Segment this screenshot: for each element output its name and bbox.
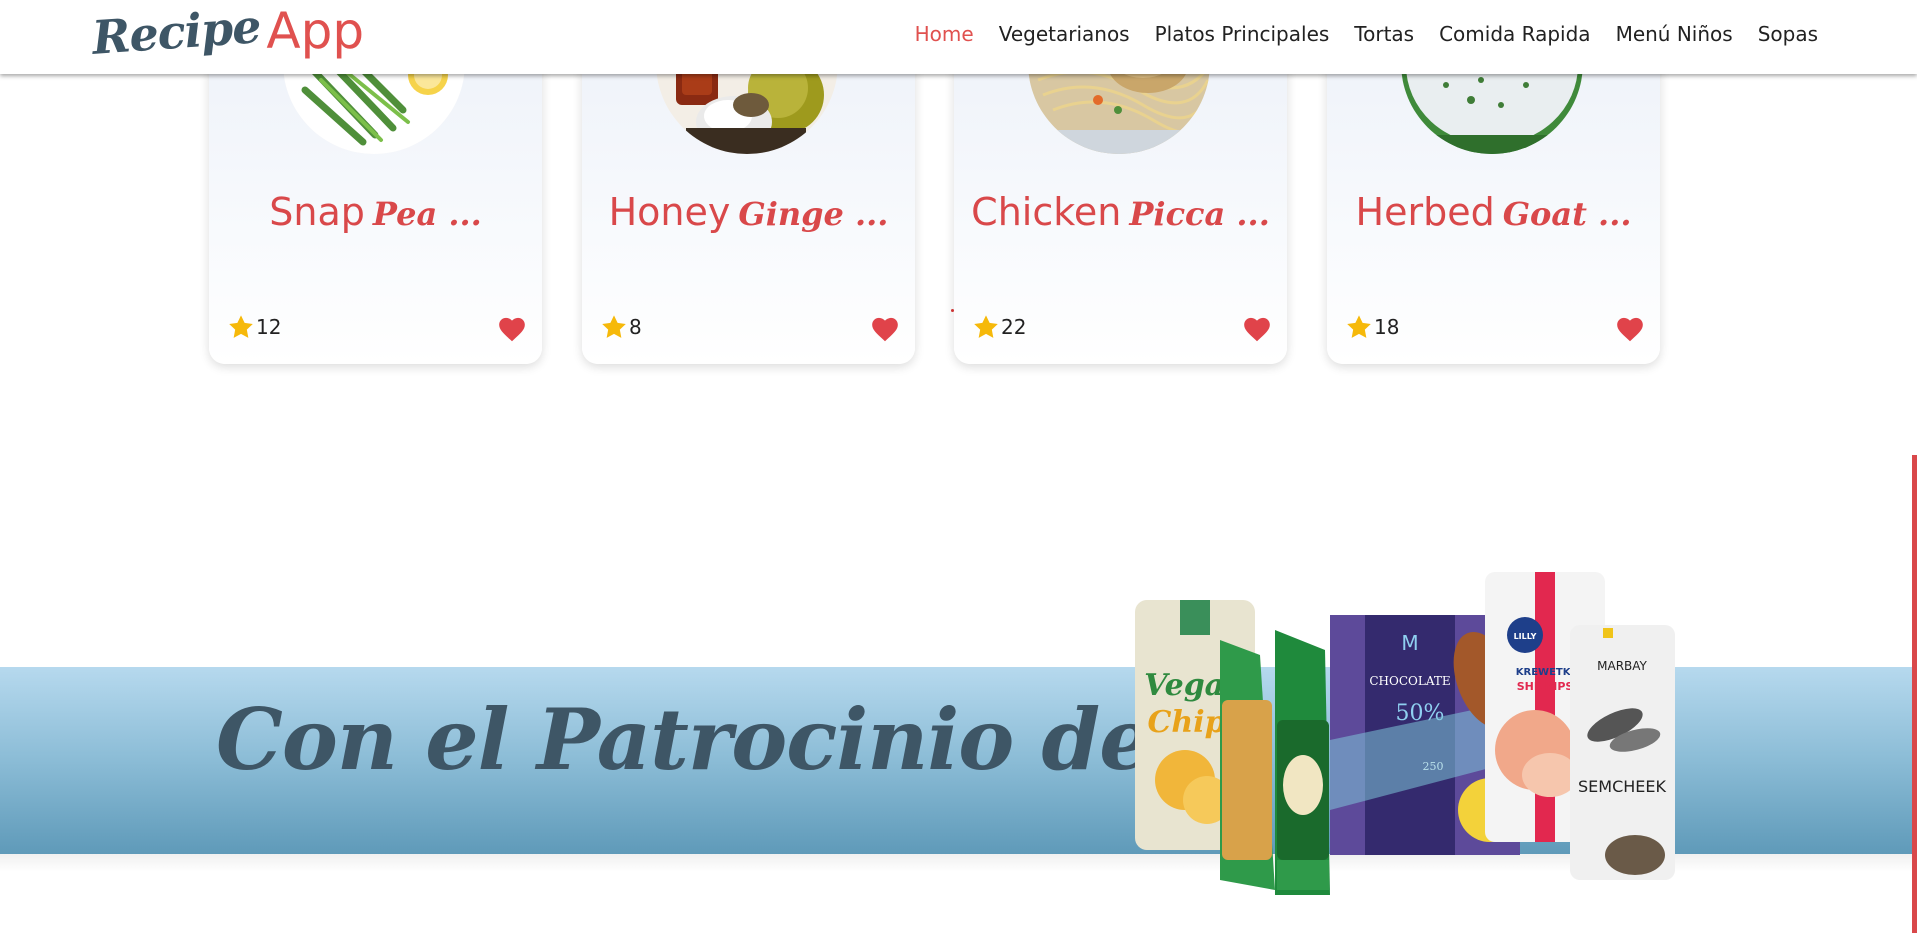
logo-script: Recipe: [90, 0, 263, 65]
recipe-card[interactable]: Herbed Goat ... 18: [1327, 40, 1660, 364]
recipe-card[interactable]: Honey Ginge ... 8: [582, 40, 915, 364]
carousel-dot: [951, 309, 954, 312]
recipe-title[interactable]: Chicken Picca ...: [954, 190, 1287, 234]
shrimp-brand: LILLY: [1514, 632, 1537, 641]
shrimp-label: KREWETKI: [1516, 667, 1574, 678]
shrimp-name: SHRIMPS: [1517, 680, 1574, 693]
chocolate-name: CHOCOLATE: [1369, 674, 1450, 688]
sponsor-products-image: Vegan Chips 100g M CHOCOLATE 50% 250 LIL…: [1125, 560, 1685, 900]
logo[interactable]: RecipeApp: [90, 0, 365, 65]
rating-count: 12: [256, 315, 282, 339]
rating: 8: [600, 313, 642, 341]
recipe-title-script: Goat ...: [1502, 195, 1632, 233]
recipe-title[interactable]: Herbed Goat ...: [1327, 190, 1660, 234]
recipe-card[interactable]: Snap Pea ... 12: [209, 40, 542, 364]
scrollbar-thumb[interactable]: [1912, 455, 1917, 933]
nav-sopas[interactable]: Sopas: [1758, 22, 1818, 46]
seeds-brand: MARBAY: [1597, 659, 1647, 673]
rating: 12: [227, 313, 281, 341]
recipe-title-word: Chicken: [971, 190, 1122, 234]
chocolate-brand: M: [1401, 631, 1418, 655]
rating: 22: [972, 313, 1026, 341]
recipe-title-word: Snap: [269, 190, 365, 234]
heart-icon[interactable]: [498, 316, 526, 342]
rating: 18: [1345, 313, 1399, 341]
nav-vegetarianos[interactable]: Vegetarianos: [999, 22, 1130, 46]
seeds-name: SEMCHEEK: [1578, 777, 1666, 796]
recipe-title-word: Herbed: [1355, 190, 1495, 234]
nav-comida-rapida[interactable]: Comida Rapida: [1439, 22, 1590, 46]
rating-count: 22: [1001, 315, 1027, 339]
recipe-app-page: RecipeApp Home Vegetarianos Platos Princ…: [0, 0, 1917, 933]
recipe-title[interactable]: Honey Ginge ...: [582, 190, 915, 234]
heart-icon[interactable]: [1616, 316, 1644, 342]
star-icon: [974, 315, 998, 338]
recipe-title[interactable]: Snap Pea ...: [209, 190, 542, 234]
nav-platos-principales[interactable]: Platos Principales: [1155, 22, 1330, 46]
recipe-title-script: Ginge ...: [738, 195, 889, 233]
sponsor-title: Con el Patrocinio de: [216, 690, 1153, 789]
heart-icon[interactable]: [871, 316, 899, 342]
heart-icon[interactable]: [1243, 316, 1271, 342]
star-icon: [1347, 315, 1371, 338]
logo-app-text: App: [266, 2, 365, 60]
rating-count: 18: [1374, 315, 1400, 339]
product-packages-icon: Vegan Chips 100g M CHOCOLATE 50% 250 LIL…: [1135, 572, 1675, 895]
top-navbar: RecipeApp Home Vegetarianos Platos Princ…: [0, 0, 1917, 74]
recipe-title-script: Pea ...: [372, 195, 482, 233]
nav-tortas[interactable]: Tortas: [1354, 22, 1414, 46]
recipe-title-word: Honey: [608, 190, 731, 234]
nav-home[interactable]: Home: [915, 22, 974, 46]
star-icon: [229, 315, 253, 338]
nav-menu: Home Vegetarianos Platos Principales Tor…: [915, 22, 1818, 46]
rating-count: 8: [629, 315, 642, 339]
star-icon: [602, 315, 626, 338]
recipe-title-script: Picca ...: [1129, 195, 1270, 233]
nav-menu-ninos[interactable]: Menú Niños: [1616, 22, 1733, 46]
recipe-card[interactable]: Chicken Picca ... 22: [954, 40, 1287, 364]
